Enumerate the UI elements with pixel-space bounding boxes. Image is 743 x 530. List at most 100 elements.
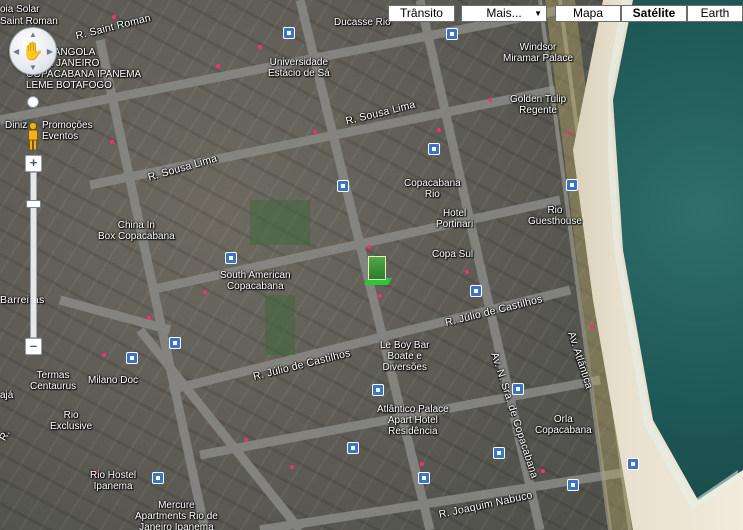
poi-label: Estácio de Sá: [268, 68, 330, 79]
poi-label: Rio Hostel: [90, 470, 137, 481]
poi-label: Portinari: [436, 219, 474, 230]
hotel-icon[interactable]: [126, 352, 138, 364]
road-dot: [112, 15, 116, 19]
poi-label: Milano Doc: [88, 375, 139, 386]
poi-label: Rio: [547, 205, 563, 216]
hotel-icon[interactable]: [566, 179, 578, 191]
poi-label: Centaurus: [30, 381, 77, 392]
chevron-down-icon: ▼: [534, 9, 542, 18]
poi-label: Apartments Rio de: [135, 511, 218, 522]
hotel-icon[interactable]: [347, 442, 359, 454]
map-label: Diniz: [5, 120, 28, 131]
poi-label: Janeiro Ipanema: [139, 522, 214, 530]
poi-label: Universidade: [269, 57, 329, 68]
pegman-icon[interactable]: [25, 122, 41, 152]
poi-label: Eventos: [42, 131, 79, 142]
road-dot: [244, 438, 248, 442]
hotel-icon[interactable]: [428, 143, 440, 155]
poi-label-block: Rio Guesthouse: [528, 205, 582, 227]
hotel-icon[interactable]: [418, 472, 430, 484]
poi-label: Rio: [63, 410, 79, 421]
pan-down-icon[interactable]: ▼: [29, 63, 37, 72]
road-dot: [465, 270, 469, 274]
poi-label-block: South American Copacabana: [220, 270, 291, 292]
poi-label: Windsor: [519, 42, 557, 53]
zoom-in-button[interactable]: +: [25, 155, 42, 172]
poi-label: Mercure: [158, 500, 195, 511]
zoom-slider-thumb[interactable]: [26, 200, 41, 208]
hotel-icon[interactable]: [567, 479, 579, 491]
street-label: R.: [0, 427, 13, 443]
map-button[interactable]: Mapa: [555, 5, 621, 22]
road-dot: [290, 465, 294, 469]
hotel-icon[interactable]: [283, 27, 295, 39]
poi-label: Atlântico Palace: [377, 404, 449, 415]
poi-label: Guesthouse: [528, 216, 582, 227]
road-dot: [541, 469, 545, 473]
street-label: R. Sousa Lima: [146, 152, 219, 184]
hotel-icon[interactable]: [152, 472, 164, 484]
poi-label: China In: [117, 220, 155, 231]
pan-up-icon[interactable]: ▲: [29, 30, 37, 39]
hotel-icon[interactable]: [372, 384, 384, 396]
poi-label: Copacabana: [535, 425, 592, 436]
poi-label-block: Le Boy Bar Boate e Diversões: [380, 340, 429, 373]
poi-label: Apart Hotel: [387, 415, 438, 426]
pan-right-icon[interactable]: ▶: [47, 47, 53, 56]
road-dot: [216, 64, 220, 68]
poi-label: Boate e: [387, 351, 422, 362]
poi-label: Hotel: [442, 208, 467, 219]
traffic-label: Trânsito: [400, 6, 443, 20]
earth-button[interactable]: Earth: [687, 5, 743, 22]
poi-label: Miramar Palace: [503, 53, 574, 64]
poi-label: Rio: [424, 189, 440, 200]
road-dot: [420, 462, 424, 466]
poi-label-block: Golden Tulip Regente: [510, 94, 566, 116]
poi-label: Residência: [388, 426, 438, 437]
map-label: oia Solar: [0, 4, 40, 15]
street-label: ajá: [0, 390, 14, 401]
road-dot: [110, 140, 114, 144]
street-label: R. Júlio de Castilhos: [251, 347, 352, 383]
road-dot: [437, 128, 441, 132]
poi-label: Ducasse Rio: [334, 17, 391, 28]
road-dot: [590, 325, 594, 329]
hotel-icon[interactable]: [446, 28, 458, 40]
poi-label: Le Boy Bar: [380, 340, 430, 351]
street-label: Barreiras: [0, 294, 45, 306]
reset-view-button[interactable]: [27, 96, 39, 108]
road-dot: [203, 290, 207, 294]
poi-label: Orla: [553, 414, 573, 425]
poi-label: Diversões: [382, 362, 427, 373]
poi-label: Regente: [519, 105, 557, 116]
poi-label-block: Promoções Eventos: [42, 120, 93, 142]
pan-control[interactable]: ▲ ▼ ◀ ▶ ✋: [9, 27, 57, 75]
street-label: R. Sousa Lima: [344, 98, 417, 128]
poi-label-block: China In Box Copacabana: [98, 220, 175, 242]
poi-label-block: Windsor Miramar Palace: [503, 42, 573, 64]
hotel-icon[interactable]: [337, 180, 349, 192]
map-label: Mapa: [572, 6, 604, 20]
zoom-slider-track[interactable]: [30, 172, 37, 338]
satellite-map[interactable]: oia Solar R. Saint Roman Saint Roman IEI…: [0, 0, 743, 530]
district-label: LEME BOTAFOGO: [26, 80, 112, 91]
map-label: Saint Roman: [0, 16, 58, 27]
hotel-icon[interactable]: [225, 252, 237, 264]
zoom-out-button[interactable]: –: [25, 338, 42, 355]
poi-label-block: Rio Exclusive: [50, 410, 92, 432]
location-marker[interactable]: [368, 256, 386, 280]
hotel-icon[interactable]: [470, 285, 482, 297]
poi-label-block: Orla Copacabana: [535, 414, 592, 436]
satellite-button[interactable]: Satélite: [621, 5, 687, 22]
more-button[interactable]: Mais... ▼: [461, 5, 547, 22]
road-dot: [313, 130, 317, 134]
hotel-icon[interactable]: [169, 337, 181, 349]
pan-left-icon[interactable]: ◀: [13, 47, 19, 56]
poi-label: Promoções: [42, 120, 93, 131]
hotel-icon[interactable]: [627, 458, 639, 470]
poi-label: Ipanema: [93, 481, 133, 492]
poi-label-block: Universidade Estácio de Sá: [268, 57, 330, 79]
hotel-icon[interactable]: [493, 447, 505, 459]
road-dot: [147, 316, 151, 320]
traffic-button[interactable]: Trânsito: [388, 5, 455, 22]
